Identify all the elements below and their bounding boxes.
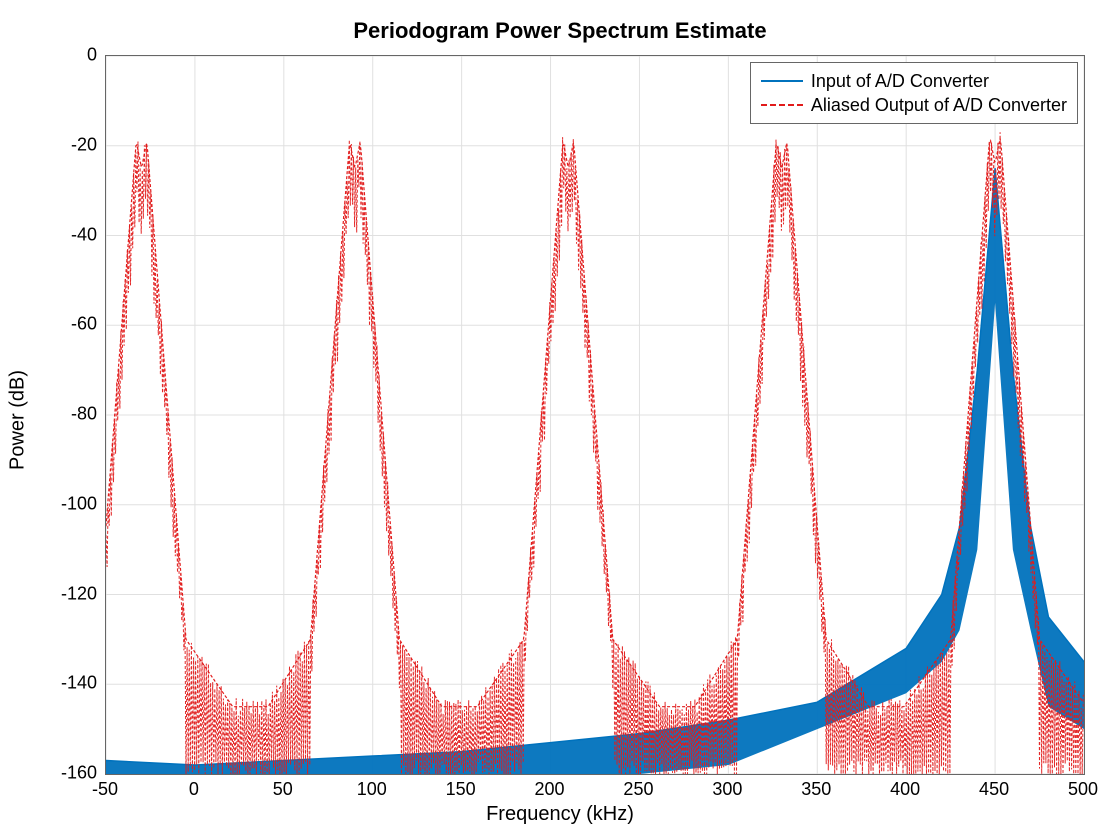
legend-entry-aliased: Aliased Output of A/D Converter	[761, 93, 1067, 117]
y-tick-label: -100	[47, 493, 97, 514]
chart-title: Periodogram Power Spectrum Estimate	[0, 18, 1120, 44]
plot-svg	[106, 56, 1084, 774]
legend-swatch-input	[761, 80, 803, 82]
x-tick-label: 350	[801, 779, 831, 800]
x-tick-label: 100	[357, 779, 387, 800]
y-tick-label: -20	[47, 134, 97, 155]
figure: Periodogram Power Spectrum Estimate Powe…	[0, 0, 1120, 840]
y-tick-label: -60	[47, 314, 97, 335]
x-tick-label: 450	[979, 779, 1009, 800]
legend-swatch-aliased	[761, 104, 803, 106]
legend-label-input: Input of A/D Converter	[811, 69, 989, 93]
y-tick-label: -160	[47, 763, 97, 784]
y-tick-label: -40	[47, 224, 97, 245]
y-tick-label: -80	[47, 404, 97, 425]
x-tick-label: 500	[1068, 779, 1098, 800]
x-tick-label: 250	[623, 779, 653, 800]
y-tick-label: -140	[47, 673, 97, 694]
y-tick-label: -120	[47, 583, 97, 604]
y-tick-label: 0	[47, 45, 97, 66]
legend-entry-input: Input of A/D Converter	[761, 69, 1067, 93]
x-tick-label: 150	[446, 779, 476, 800]
x-tick-label: 0	[189, 779, 199, 800]
plot-area: Input of A/D Converter Aliased Output of…	[105, 55, 1085, 775]
x-tick-label: 300	[712, 779, 742, 800]
x-tick-label: 200	[535, 779, 565, 800]
series-aliased	[106, 132, 1083, 774]
series-input	[106, 168, 1084, 774]
legend-label-aliased: Aliased Output of A/D Converter	[811, 93, 1067, 117]
x-tick-label: 400	[890, 779, 920, 800]
legend: Input of A/D Converter Aliased Output of…	[750, 62, 1078, 124]
x-axis-label: Frequency (kHz)	[0, 803, 1120, 826]
y-axis-label: Power (dB)	[7, 370, 30, 470]
x-tick-label: 50	[273, 779, 293, 800]
